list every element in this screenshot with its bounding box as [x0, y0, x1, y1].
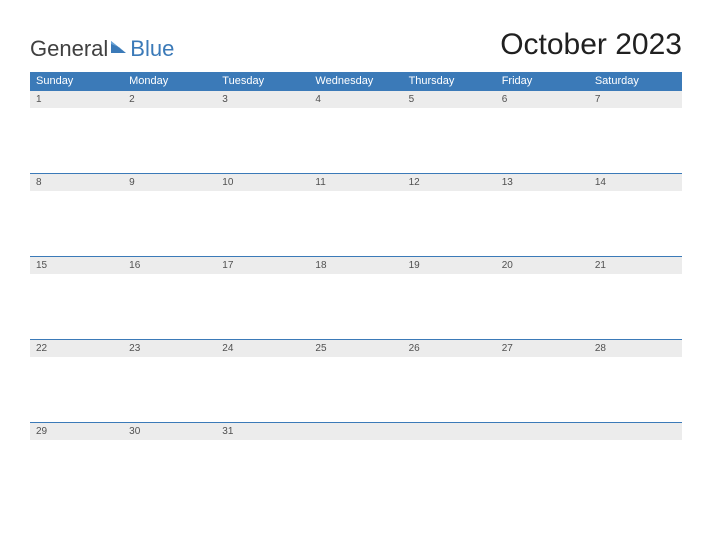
day-cell: 14	[589, 173, 682, 256]
day-cell: 3	[216, 90, 309, 173]
day-cell: 22	[30, 339, 123, 422]
day-cell: 19	[403, 256, 496, 339]
day-number: 3	[216, 91, 309, 108]
page-title: October 2023	[500, 28, 682, 62]
day-number: 13	[496, 174, 589, 191]
day-cell: 29	[30, 422, 123, 505]
day-number: 6	[496, 91, 589, 108]
day-number: 16	[123, 257, 216, 274]
day-cell: 8	[30, 173, 123, 256]
day-cell: 25	[309, 339, 402, 422]
week-row: 15 16 17 18 19 20 21	[30, 256, 682, 339]
logo-triangle-icon	[110, 36, 128, 62]
day-header-thursday: Thursday	[403, 72, 496, 90]
day-number: 29	[30, 423, 123, 440]
day-number: 22	[30, 340, 123, 357]
logo-text-blue: Blue	[130, 36, 174, 62]
day-cell: 16	[123, 256, 216, 339]
day-number: 5	[403, 91, 496, 108]
day-header-tuesday: Tuesday	[216, 72, 309, 90]
day-header-monday: Monday	[123, 72, 216, 90]
day-header-saturday: Saturday	[589, 72, 682, 90]
day-cell: 4	[309, 90, 402, 173]
day-cell: 31	[216, 422, 309, 505]
day-number: 7	[589, 91, 682, 108]
day-number: 21	[589, 257, 682, 274]
day-cell: 9	[123, 173, 216, 256]
day-number: 18	[309, 257, 402, 274]
day-cell: 27	[496, 339, 589, 422]
day-number: 30	[123, 423, 216, 440]
day-cell: 11	[309, 173, 402, 256]
day-cell: 28	[589, 339, 682, 422]
calendar: Sunday Monday Tuesday Wednesday Thursday…	[30, 72, 682, 505]
day-number: 24	[216, 340, 309, 357]
day-number: 17	[216, 257, 309, 274]
day-cell	[403, 422, 496, 505]
day-number: 11	[309, 174, 402, 191]
day-number: 2	[123, 91, 216, 108]
logo-text-general: General	[30, 36, 108, 62]
day-number: 19	[403, 257, 496, 274]
day-number: 12	[403, 174, 496, 191]
logo: General Blue	[30, 36, 174, 62]
day-number: 15	[30, 257, 123, 274]
header: General Blue October 2023	[30, 28, 682, 62]
day-headers-row: Sunday Monday Tuesday Wednesday Thursday…	[30, 72, 682, 90]
day-cell: 7	[589, 90, 682, 173]
day-number: 8	[30, 174, 123, 191]
day-number: 26	[403, 340, 496, 357]
day-cell: 5	[403, 90, 496, 173]
week-row: 22 23 24 25 26 27 28	[30, 339, 682, 422]
day-cell: 15	[30, 256, 123, 339]
day-cell: 30	[123, 422, 216, 505]
day-number	[403, 423, 496, 440]
day-cell: 10	[216, 173, 309, 256]
day-header-sunday: Sunday	[30, 72, 123, 90]
day-number	[309, 423, 402, 440]
day-cell: 17	[216, 256, 309, 339]
day-cell	[309, 422, 402, 505]
day-number: 25	[309, 340, 402, 357]
day-cell: 24	[216, 339, 309, 422]
week-row: 29 30 31	[30, 422, 682, 505]
day-cell: 2	[123, 90, 216, 173]
day-number	[589, 423, 682, 440]
day-cell: 26	[403, 339, 496, 422]
day-number: 31	[216, 423, 309, 440]
day-cell: 20	[496, 256, 589, 339]
day-cell: 6	[496, 90, 589, 173]
day-number: 4	[309, 91, 402, 108]
day-number	[496, 423, 589, 440]
day-number: 9	[123, 174, 216, 191]
week-row: 8 9 10 11 12 13 14	[30, 173, 682, 256]
day-number: 28	[589, 340, 682, 357]
day-number: 10	[216, 174, 309, 191]
day-cell: 18	[309, 256, 402, 339]
day-number: 23	[123, 340, 216, 357]
day-cell: 12	[403, 173, 496, 256]
day-number: 20	[496, 257, 589, 274]
day-number: 1	[30, 91, 123, 108]
day-cell	[589, 422, 682, 505]
day-cell	[496, 422, 589, 505]
day-number: 14	[589, 174, 682, 191]
day-cell: 23	[123, 339, 216, 422]
day-cell: 1	[30, 90, 123, 173]
day-number: 27	[496, 340, 589, 357]
day-header-friday: Friday	[496, 72, 589, 90]
day-cell: 21	[589, 256, 682, 339]
day-header-wednesday: Wednesday	[309, 72, 402, 90]
day-cell: 13	[496, 173, 589, 256]
week-row: 1 2 3 4 5 6 7	[30, 90, 682, 173]
